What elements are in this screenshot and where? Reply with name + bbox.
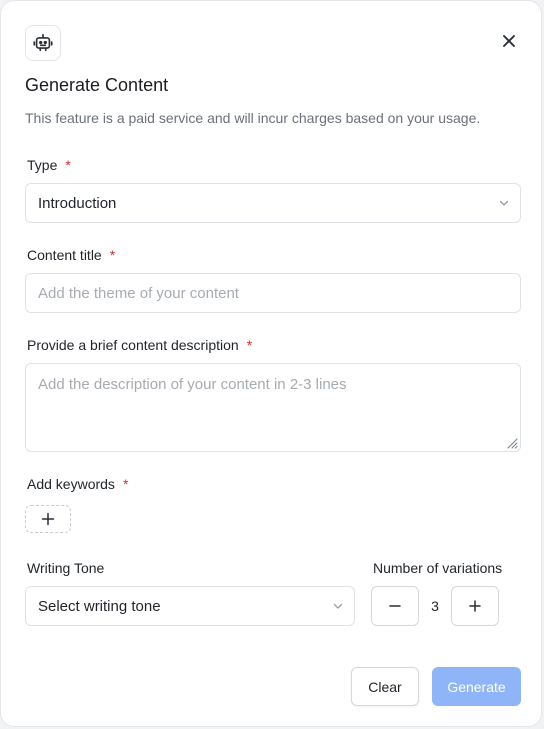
- resize-handle-icon[interactable]: [506, 437, 518, 449]
- type-label-text: Type: [27, 157, 58, 173]
- dialog-title: Generate Content: [25, 75, 169, 95]
- required-mark: *: [109, 247, 116, 263]
- add-keyword-button[interactable]: [25, 505, 71, 533]
- type-select[interactable]: Introduction: [25, 183, 521, 223]
- close-button[interactable]: [495, 27, 523, 55]
- writing-tone-label: Writing Tone: [27, 560, 105, 576]
- close-icon: [503, 35, 515, 47]
- required-mark: *: [246, 337, 253, 353]
- clear-button[interactable]: Clear: [351, 667, 419, 706]
- decrement-button[interactable]: [371, 586, 419, 626]
- generate-button[interactable]: Generate: [432, 667, 521, 706]
- variations-label: Number of variations: [373, 560, 503, 576]
- chevron-down-icon: [333, 603, 343, 609]
- keywords-label-text: Add keywords: [27, 476, 115, 492]
- description-label-text: Provide a brief content description: [27, 337, 239, 353]
- plus-icon: [469, 600, 481, 612]
- type-select-value: Introduction: [38, 194, 117, 212]
- minus-icon: [389, 605, 401, 607]
- plus-icon: [41, 512, 55, 526]
- content-title-placeholder: Add the theme of your content: [38, 284, 239, 302]
- increment-button[interactable]: [451, 586, 499, 626]
- keywords-label: Add keywords *: [27, 476, 128, 492]
- content-title-input[interactable]: Add the theme of your content: [25, 273, 521, 313]
- description-placeholder: Add the description of your content in 2…: [38, 376, 347, 393]
- robot-icon-badge: [25, 25, 61, 61]
- content-title-label-text: Content title: [27, 247, 102, 263]
- writing-tone-select[interactable]: Select writing tone: [25, 586, 355, 626]
- required-mark: *: [122, 476, 129, 492]
- required-mark: *: [65, 157, 71, 173]
- generate-content-dialog: Generate Content This feature is a paid …: [0, 0, 542, 727]
- content-title-label: Content title *: [27, 247, 115, 263]
- robot-icon: [33, 33, 53, 52]
- description-label: Provide a brief content description *: [27, 337, 252, 353]
- description-textarea[interactable]: Add the description of your content in 2…: [25, 363, 521, 452]
- type-label: Type *: [27, 157, 71, 173]
- dialog-subtitle: This feature is a paid service and will …: [25, 110, 481, 126]
- variations-value: 3: [431, 598, 439, 614]
- chevron-down-icon: [499, 200, 509, 206]
- writing-tone-placeholder: Select writing tone: [38, 597, 161, 615]
